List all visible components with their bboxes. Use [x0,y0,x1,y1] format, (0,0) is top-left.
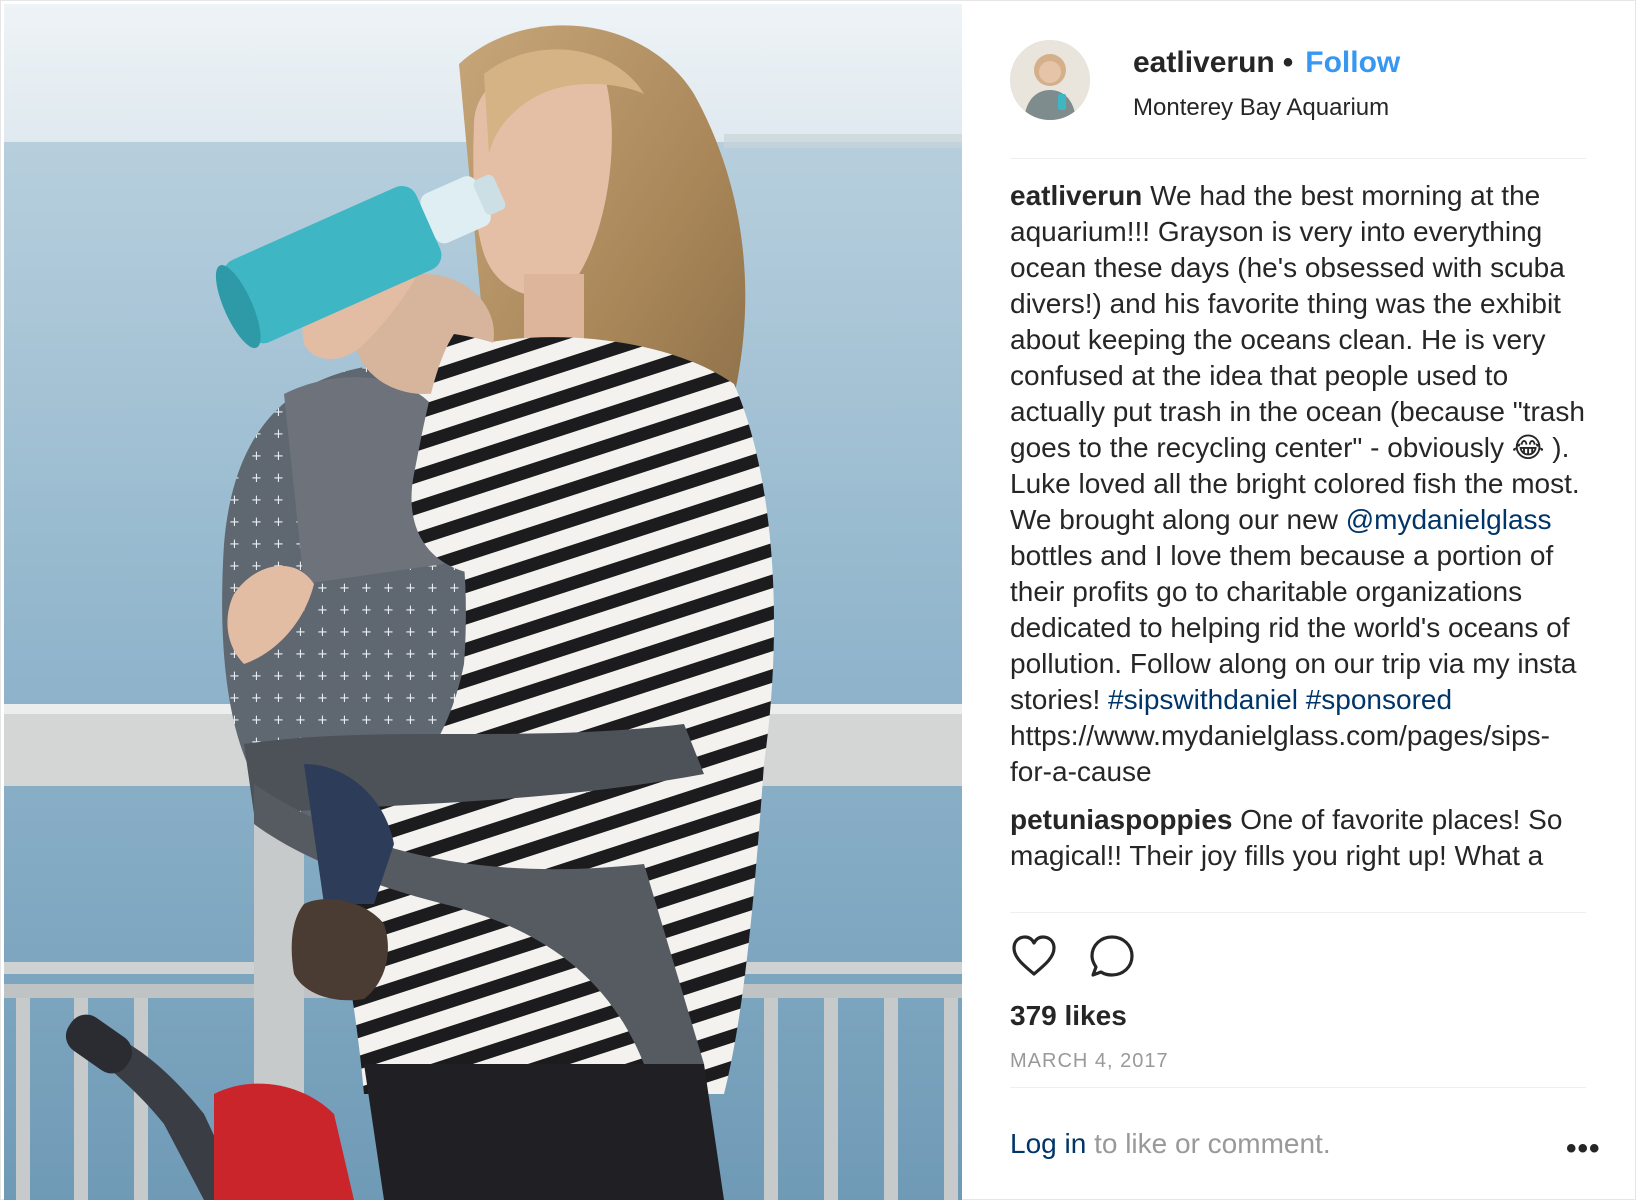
caption-text-3: https://www.mydanielglass.com/pages/sips… [1010,720,1550,787]
hashtag-link-2[interactable]: #sponsored [1306,684,1452,715]
avatar[interactable] [1010,40,1090,120]
more-options-icon[interactable]: ••• [1566,1132,1601,1166]
login-prompt: Log in to like or comment. [1010,1128,1331,1160]
likes-count[interactable]: 379 likes [1010,1000,1127,1032]
login-link[interactable]: Log in [1010,1128,1086,1159]
post-side-panel: eatliverun • Follow Monterey Bay Aquarium … [962,0,1636,1200]
post-photo[interactable]: + [4,4,962,1200]
hashtag-link-1[interactable]: #sipswithdaniel [1108,684,1298,715]
comments-divider [1010,912,1586,913]
follow-button[interactable]: Follow [1305,46,1400,79]
login-prompt-text: to like or comment. [1086,1128,1331,1159]
caption-username[interactable]: eatliverun [1010,180,1142,211]
caption: eatliverun We had the best morning at th… [1010,178,1590,790]
post-header: eatliverun • Follow Monterey Bay Aquarium [1010,40,1590,124]
comment-icon[interactable] [1088,932,1136,980]
username-link[interactable]: eatliverun [1133,46,1275,79]
list-item: petuniaspoppies One of favorite places! … [1010,802,1590,874]
mention-link[interactable]: @mydanielglass [1346,504,1552,535]
footer-divider [1010,1087,1586,1088]
comment-username[interactable]: petuniaspoppies [1010,804,1232,835]
post-date[interactable]: MARCH 4, 2017 [1010,1050,1169,1073]
username-row: eatliverun • Follow [1133,46,1400,80]
heart-icon[interactable] [1010,932,1058,980]
location-link[interactable]: Monterey Bay Aquarium [1133,94,1389,122]
comments-list[interactable]: eatliverun We had the best morning at th… [1010,178,1590,912]
caption-text-1: We had the best morning at the aquarium!… [1010,180,1585,535]
separator-dot: • [1282,46,1294,79]
header-divider [1010,158,1586,159]
